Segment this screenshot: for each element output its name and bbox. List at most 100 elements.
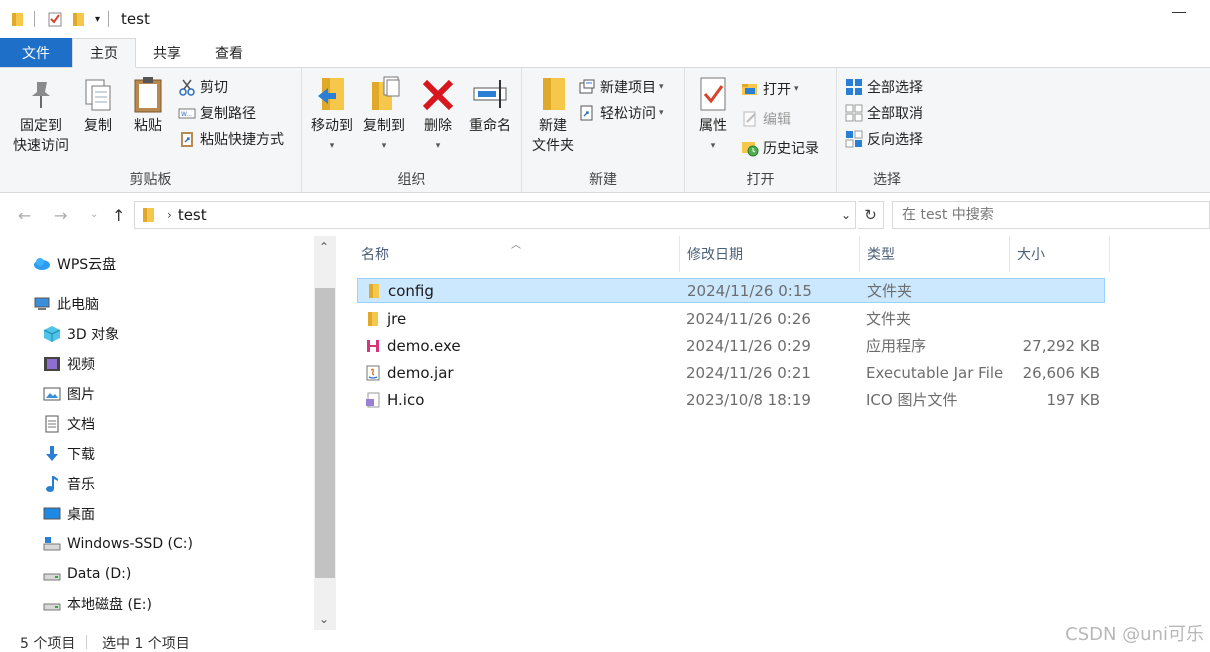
file-modified: 2024/11/26 0:26 <box>686 309 811 328</box>
easy-access-button[interactable]: 轻松访问 ▾ <box>578 102 664 124</box>
sidebar-item-label: Data (D:) <box>67 566 132 582</box>
copy-to-button[interactable]: 复制到 ▾ <box>358 74 410 156</box>
sidebar-item-this-pc[interactable]: 此电脑 <box>33 292 99 316</box>
minimize-button[interactable] <box>1172 12 1186 13</box>
jar-icon <box>366 365 380 380</box>
organize-group-label: 组织 <box>397 172 426 188</box>
new-folder-icon[interactable] <box>71 11 87 27</box>
paste-shortcut-button[interactable]: 粘贴快捷方式 <box>178 128 284 150</box>
new-group: 新建 文件夹 新建项目 ▾ 轻松访问 ▾ 新建 <box>522 68 685 193</box>
quick-access-dropdown-icon[interactable]: ▾ <box>95 14 100 25</box>
delete-button[interactable]: 删除 ▾ <box>418 74 458 156</box>
ico-file-icon <box>366 392 380 407</box>
up-arrow-icon[interactable]: ↑ <box>112 206 125 225</box>
select-all-button[interactable]: 全部选择 <box>845 76 923 98</box>
table-row[interactable]: config 2024/11/26 0:15 文件夹 <box>357 278 1105 303</box>
tab-share[interactable]: 共享 <box>136 38 198 67</box>
history-button[interactable]: 历史记录 <box>741 137 819 159</box>
new-item-icon <box>579 79 595 94</box>
copy-to-icon <box>372 76 400 110</box>
breadcrumb-test[interactable]: test <box>178 206 207 224</box>
sidebar-item-pictures[interactable]: 图片 <box>43 382 95 406</box>
table-row[interactable]: H.ico 2023/10/8 18:19 ICO 图片文件 197 KB <box>357 387 1105 412</box>
copy-to-label: 复制到 <box>363 118 405 134</box>
rename-label: 重命名 <box>469 118 511 134</box>
navigation-scrollbar[interactable]: ⌃ ⌄ <box>314 236 336 630</box>
tab-file[interactable]: 文件 <box>0 38 72 67</box>
new-item-button[interactable]: 新建项目 ▾ <box>578 76 664 98</box>
file-type: ICO 图片文件 <box>866 391 958 409</box>
sidebar-item-3d-objects[interactable]: 3D 对象 <box>43 322 119 346</box>
scrollbar-thumb[interactable] <box>315 288 335 578</box>
navigation-bar: ← → ⌄ ↑ › test ⌄ ↻ <box>0 194 1210 236</box>
folder-icon <box>368 311 378 326</box>
pin-quick-access-button[interactable]: 固定到 快速访问 <box>10 74 72 156</box>
new-item-dropdown-icon: ▾ <box>659 82 664 92</box>
sidebar-item-label: 此电脑 <box>57 297 99 313</box>
column-header-type[interactable]: 类型 <box>860 236 1010 272</box>
sidebar-item-desktop[interactable]: 桌面 <box>43 502 95 526</box>
sidebar-item-wps-cloud[interactable]: WPS云盘 <box>33 252 116 276</box>
file-type: 文件夹 <box>867 282 913 300</box>
sidebar-item-label: WPS云盘 <box>57 257 117 273</box>
copy-path-button[interactable]: W... 复制路径 <box>178 102 256 124</box>
open-button[interactable]: 打开 ▾ <box>741 78 799 100</box>
file-size: 26,606 KB <box>1022 363 1100 382</box>
search-input[interactable] <box>892 201 1210 229</box>
file-name: H.ico <box>387 390 425 409</box>
refresh-button[interactable]: ↻ <box>858 201 884 229</box>
back-arrow-icon[interactable]: ← <box>18 206 31 225</box>
pin-label-1: 固定到 <box>20 118 62 134</box>
table-row[interactable]: demo.exe 2024/11/26 0:29 应用程序 27,292 KB <box>357 333 1105 358</box>
drive-icon <box>43 537 61 551</box>
tab-home[interactable]: 主页 <box>72 38 136 68</box>
table-row[interactable]: demo.jar 2024/11/26 0:21 Executable Jar … <box>357 360 1105 385</box>
scroll-down-icon[interactable]: ⌄ <box>319 612 329 626</box>
address-bar[interactable]: › test ⌄ <box>134 201 856 229</box>
sidebar-item-drive-c[interactable]: Windows-SSD (C:) <box>43 532 193 556</box>
new-folder-icon <box>543 78 565 110</box>
rename-button[interactable]: 重命名 <box>464 74 516 136</box>
column-header-size[interactable]: 大小 <box>1010 236 1110 272</box>
clipboard-group: 固定到 快速访问 复制 粘贴 剪切 W... 复制路径 粘贴快捷方式 剪贴板 <box>0 68 302 193</box>
file-name: demo.jar <box>387 363 454 382</box>
invert-selection-label: 反向选择 <box>867 132 923 148</box>
sidebar-item-documents[interactable]: 文档 <box>43 412 95 436</box>
video-icon <box>44 357 60 371</box>
sidebar-item-videos[interactable]: 视频 <box>43 352 95 376</box>
select-none-button[interactable]: 全部取消 <box>845 102 923 124</box>
properties-icon <box>700 77 726 111</box>
scroll-up-icon[interactable]: ⌃ <box>319 240 329 254</box>
invert-selection-button[interactable]: 反向选择 <box>845 128 923 150</box>
sidebar-item-drive-e[interactable]: 本地磁盘 (E:) <box>43 592 152 616</box>
document-icon <box>45 415 59 433</box>
column-header-modified[interactable]: 修改日期 <box>680 236 860 272</box>
table-row[interactable]: jre 2024/11/26 0:26 文件夹 <box>357 306 1105 331</box>
title-bar: ▾ test <box>0 0 1210 38</box>
new-folder-button[interactable]: 新建 文件夹 <box>526 74 580 156</box>
copy-button[interactable]: 复制 <box>78 74 118 136</box>
sidebar-item-downloads[interactable]: 下载 <box>43 442 95 466</box>
properties-dropdown-icon: ▾ <box>710 141 716 151</box>
ribbon: 固定到 快速访问 复制 粘贴 剪切 W... 复制路径 粘贴快捷方式 剪贴板 移… <box>0 68 1210 193</box>
properties-button[interactable]: 属性 ▾ <box>691 74 735 156</box>
delete-dropdown-icon: ▾ <box>435 141 441 151</box>
address-dropdown-icon[interactable]: ⌄ <box>841 208 851 222</box>
sidebar-item-drive-d[interactable]: Data (D:) <box>43 562 131 586</box>
column-header-name[interactable]: 名称 <box>354 236 680 272</box>
sidebar-item-music[interactable]: 音乐 <box>43 472 95 496</box>
cut-label: 剪切 <box>200 80 228 96</box>
move-to-button[interactable]: 移动到 ▾ <box>306 74 358 156</box>
tab-view[interactable]: 查看 <box>198 38 260 67</box>
recent-locations-chevron-icon[interactable]: ⌄ <box>90 209 98 220</box>
edit-button[interactable]: 编辑 <box>741 108 791 130</box>
file-modified: 2024/11/26 0:15 <box>687 281 812 300</box>
sidebar-item-label: 3D 对象 <box>67 327 120 343</box>
properties-checkmark-icon[interactable] <box>47 11 63 27</box>
paste-button[interactable]: 粘贴 <box>128 74 168 136</box>
forward-arrow-icon[interactable]: → <box>54 206 67 225</box>
exe-icon <box>367 339 379 352</box>
breadcrumb-chevron-icon[interactable]: › <box>167 208 172 222</box>
cut-button[interactable]: 剪切 <box>178 76 228 98</box>
cube-icon <box>43 326 61 342</box>
